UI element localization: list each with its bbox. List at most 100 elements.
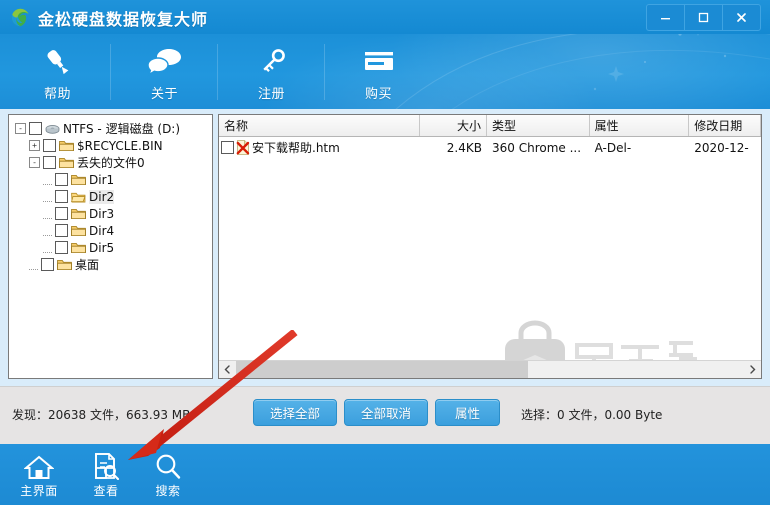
bottom-item-search[interactable]: 搜索 (137, 450, 199, 500)
scrollbar-track[interactable] (236, 361, 744, 378)
folder-icon (71, 242, 86, 253)
file-list-body: 安下载帮助.htm 2.4KB 360 Chrome ... A-Del- 2020-1… (219, 137, 761, 158)
window-controls (646, 4, 761, 31)
maximize-button[interactable] (685, 5, 723, 30)
close-button[interactable] (723, 5, 760, 30)
toolbar-item-buy[interactable]: 购买 (326, 34, 431, 109)
minimize-button[interactable] (647, 5, 685, 30)
file-row-checkbox[interactable] (221, 141, 234, 154)
tree-node[interactable]: - NTFS - 逻辑磁盘 (D:) (15, 120, 208, 137)
select-all-button[interactable]: 选择全部 (253, 399, 337, 426)
bottom-item-home[interactable]: 主界面 (8, 450, 70, 500)
file-list-panel[interactable]: 名称 大小 类型 属性 修改日期 安下载帮助.htm 2.4KB 360 Chrome ..… (218, 114, 762, 379)
tree-line-connector (29, 260, 38, 270)
folder-icon (57, 259, 72, 270)
bottom-navigation-bar: 主界面 查看 搜索 (0, 444, 770, 505)
scroll-right-button[interactable] (744, 361, 761, 378)
home-icon (24, 450, 54, 480)
close-icon (737, 13, 746, 22)
toolbar-item-register[interactable]: 注册 (219, 34, 324, 109)
tree-node-checkbox[interactable] (55, 173, 68, 186)
chevron-right-icon (750, 365, 756, 374)
tree-node-label: 桌面 (75, 257, 100, 272)
toolbar-item-label: 购买 (364, 87, 392, 102)
scroll-left-button[interactable] (219, 361, 236, 378)
tree-node[interactable]: Dir2 (15, 188, 208, 205)
tree-node-checkbox[interactable] (55, 207, 68, 220)
file-date-cell: 2020-12- (694, 140, 749, 155)
scrollbar-thumb[interactable] (236, 361, 528, 378)
disk-icon (45, 124, 60, 134)
tree-node-checkbox[interactable] (41, 258, 54, 271)
toolbar-separator (110, 44, 111, 100)
file-name-cell: 安下载帮助.htm (219, 139, 420, 156)
application-window: 金松硬盘数据恢复大师 帮助 关于 注册 购买 - NTFS - 逻辑磁盘 (D:… (0, 0, 770, 505)
folder-open-icon (71, 192, 86, 202)
toolbar-item-about[interactable]: 关于 (112, 34, 217, 109)
title-bar: 金松硬盘数据恢复大师 (0, 0, 770, 35)
tree-node-checkbox[interactable] (55, 190, 68, 203)
search-icon (154, 450, 182, 480)
tree-node[interactable]: Dir1 (15, 171, 208, 188)
file-size-cell: 2.4KB (446, 140, 482, 155)
tree-node[interactable]: Dir5 (15, 239, 208, 256)
file-list-column-header[interactable]: 修改日期 (689, 115, 761, 136)
toolbar-item-help[interactable]: 帮助 (5, 34, 110, 109)
bottom-item-view[interactable]: 查看 (75, 450, 137, 500)
minimize-icon (661, 18, 670, 20)
document-search-icon (92, 450, 120, 480)
file-list-column-header[interactable]: 大小 (420, 115, 487, 136)
tree-node-checkbox[interactable] (55, 224, 68, 237)
speech-bubbles-icon (146, 42, 183, 82)
folder-icon (71, 174, 86, 185)
tree-node[interactable]: Dir3 (15, 205, 208, 222)
file-list-column-header[interactable]: 属性 (589, 115, 690, 136)
tree-node-label: Dir4 (89, 223, 115, 238)
toolbar-separator (324, 44, 325, 100)
key-icon (255, 42, 289, 82)
tree-line-connector (43, 192, 52, 202)
collapse-toggle-icon[interactable]: - (29, 157, 40, 168)
file-list-column-header[interactable]: 名称 (219, 115, 421, 136)
collapse-toggle-icon[interactable]: - (15, 123, 26, 134)
tree-node[interactable]: - 丢失的文件0 (15, 154, 208, 171)
folder-icon (71, 225, 86, 236)
directory-tree-panel[interactable]: - NTFS - 逻辑磁盘 (D:) + $RECYCLE.BIN - 丢失的文件0 Dir… (8, 114, 213, 379)
toolbar-separator (217, 44, 218, 100)
tree-node-checkbox[interactable] (43, 139, 56, 152)
bottom-item-label: 搜索 (155, 484, 181, 498)
properties-button[interactable]: 属性 (435, 399, 500, 426)
maximize-icon (698, 12, 709, 23)
found-status-text: 发现：20638 文件，663.93 MB (12, 408, 191, 422)
horizontal-scrollbar[interactable] (219, 360, 761, 378)
file-attr-cell: A-Del- (594, 140, 632, 155)
html-file-deleted-icon (236, 140, 250, 155)
folder-icon (59, 140, 74, 151)
file-list-column-header[interactable]: 类型 (486, 115, 590, 136)
bottom-item-label: 主界面 (20, 484, 58, 498)
tree-node-checkbox[interactable] (43, 156, 56, 169)
tree-node-label: $RECYCLE.BIN (77, 138, 163, 153)
tree-line-connector (43, 226, 52, 236)
deselect-all-button[interactable]: 全部取消 (344, 399, 428, 426)
tree-node-checkbox[interactable] (55, 241, 68, 254)
file-list-header: 名称 大小 类型 属性 修改日期 (219, 115, 761, 137)
tree-node-label: NTFS - 逻辑磁盘 (D:) (63, 121, 181, 136)
expand-toggle-icon[interactable]: + (29, 140, 40, 151)
main-toolbar: 帮助 关于 注册 购买 (0, 34, 770, 109)
tree-node[interactable]: 桌面 (15, 256, 208, 273)
tree-node-label: Dir5 (89, 240, 115, 255)
table-row[interactable]: 安下载帮助.htm 2.4KB 360 Chrome ... A-Del- 2020-1… (219, 137, 761, 158)
tree-line-connector (43, 175, 52, 185)
tree-node-checkbox[interactable] (29, 122, 42, 135)
tree-node[interactable]: Dir4 (15, 222, 208, 239)
folder-icon (71, 208, 86, 219)
tree-node-label: Dir3 (89, 206, 115, 221)
folder-icon (59, 157, 74, 168)
tree-line-connector (43, 209, 52, 219)
toolbar-item-label: 帮助 (43, 87, 71, 102)
credit-card-icon (362, 42, 396, 82)
tree-node-label: 丢失的文件0 (77, 155, 145, 170)
tree-node[interactable]: + $RECYCLE.BIN (15, 137, 208, 154)
tree-node-label: Dir2 (89, 189, 115, 204)
